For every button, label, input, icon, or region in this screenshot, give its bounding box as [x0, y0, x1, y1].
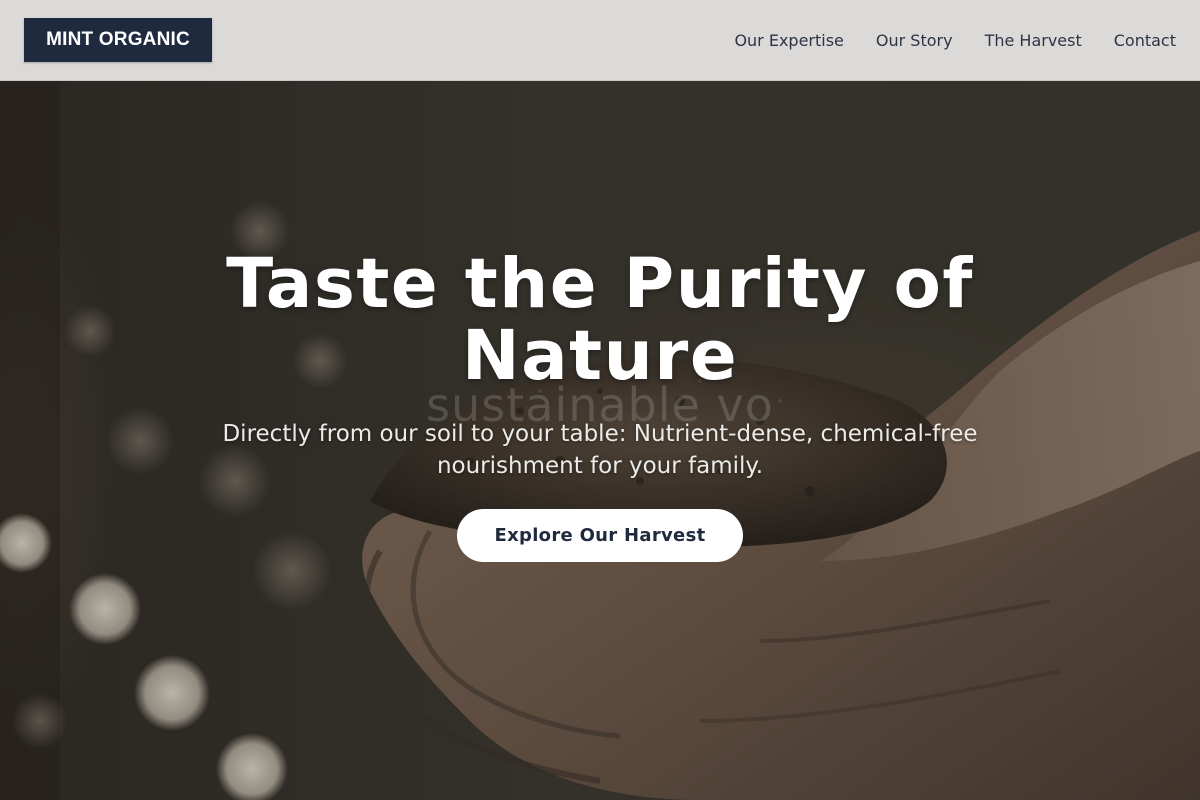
brand-logo[interactable]: MINT ORGANIC [24, 18, 212, 62]
hero-overlay [0, 81, 1200, 800]
nav-link-the-harvest[interactable]: The Harvest [985, 31, 1082, 50]
explore-harvest-button[interactable]: Explore Our Harvest [457, 509, 743, 562]
nav-link-our-expertise[interactable]: Our Expertise [734, 31, 843, 50]
main-nav: Our Expertise Our Story The Harvest Cont… [734, 0, 1176, 80]
page: MINT ORGANIC Our Expertise Our Story The… [0, 0, 1200, 800]
hero-section [0, 81, 1200, 800]
nav-link-our-story[interactable]: Our Story [876, 31, 953, 50]
site-header: MINT ORGANIC Our Expertise Our Story The… [0, 0, 1200, 81]
nav-link-contact[interactable]: Contact [1114, 31, 1176, 50]
